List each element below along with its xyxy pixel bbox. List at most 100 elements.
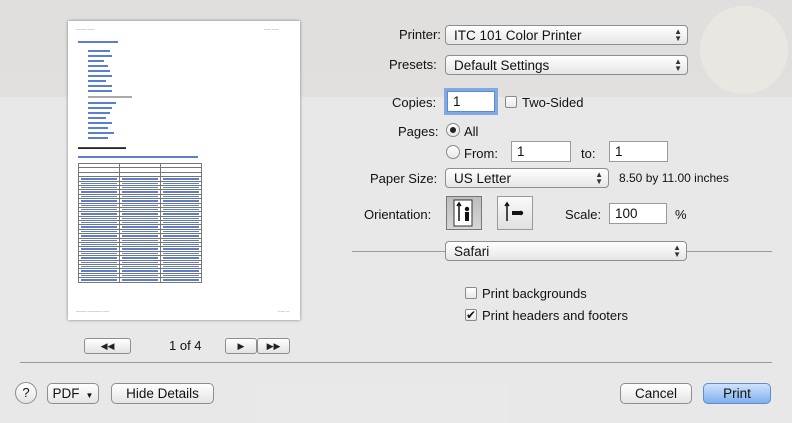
preview-cell-link bbox=[122, 261, 158, 263]
two-sided-label: Two-Sided bbox=[522, 95, 584, 110]
print-headers-footers-checkbox[interactable]: ✔ bbox=[465, 309, 477, 321]
preview-cell-link bbox=[163, 274, 199, 277]
printer-select[interactable]: ITC 101 Color Printer ▲ ▼ bbox=[445, 25, 688, 45]
preview-cell-link bbox=[122, 257, 158, 259]
pages-all-radio[interactable] bbox=[446, 123, 460, 137]
preview-cell-link bbox=[81, 257, 117, 259]
paper-size-label: Paper Size: bbox=[370, 171, 438, 186]
orientation-landscape-button[interactable] bbox=[497, 196, 533, 230]
preview-cell-link bbox=[81, 252, 117, 255]
orientation-portrait-button[interactable] bbox=[446, 196, 482, 230]
preview-cell-link bbox=[163, 257, 199, 259]
preview-cell-link bbox=[163, 279, 199, 281]
pages-to-input[interactable]: 1 bbox=[609, 141, 668, 162]
preview-cell-link bbox=[163, 186, 199, 189]
hide-details-button[interactable]: Hide Details bbox=[111, 383, 214, 404]
preview-table-cell bbox=[160, 277, 202, 283]
preview-link bbox=[88, 60, 104, 62]
scale-input[interactable]: 100 bbox=[609, 203, 667, 224]
preview-cell-link bbox=[122, 204, 158, 206]
preview-cell-link bbox=[122, 200, 158, 202]
preview-cell-link bbox=[163, 235, 199, 237]
copies-label: Copies: bbox=[392, 95, 437, 110]
orientation-label: Orientation: bbox=[364, 207, 432, 222]
preview-cell-link bbox=[122, 182, 158, 184]
pages-from-label: From: bbox=[464, 146, 498, 161]
preview-cell-link bbox=[122, 248, 158, 250]
preview-cell-link bbox=[81, 239, 117, 242]
help-button[interactable]: ? bbox=[15, 382, 37, 404]
preview-cell-link bbox=[163, 191, 199, 193]
copies-input[interactable]: 1 bbox=[447, 91, 495, 112]
bottom-separator bbox=[20, 362, 772, 363]
preview-cell-link bbox=[163, 178, 199, 180]
preview-link bbox=[88, 117, 106, 119]
preview-cell-link bbox=[163, 248, 199, 250]
print-headers-footers-label: Print headers and footers bbox=[482, 308, 628, 323]
cancel-button[interactable]: Cancel bbox=[620, 383, 692, 404]
preview-cell-link bbox=[122, 270, 158, 272]
pages-from-input[interactable]: 1 bbox=[511, 141, 571, 162]
print-backgrounds-checkbox[interactable] bbox=[465, 287, 477, 299]
preview-cell-link bbox=[163, 204, 199, 206]
pdf-menu-button[interactable]: PDF ▼ bbox=[47, 383, 99, 404]
landscape-icon bbox=[504, 201, 524, 221]
preview-cell-link bbox=[163, 252, 199, 255]
preview-cell-link bbox=[81, 270, 117, 272]
print-dialog: ——— —— —— —— ▬▬▬▬▬▬▬▬ ——— ———— —— —— — ◀… bbox=[0, 0, 792, 423]
preview-link bbox=[88, 75, 112, 77]
two-sided-checkbox[interactable] bbox=[505, 96, 517, 108]
pages-from-radio[interactable] bbox=[446, 145, 460, 159]
preview-cell-link bbox=[81, 191, 117, 193]
preview-cell-link bbox=[122, 191, 158, 193]
print-backgrounds-label: Print backgrounds bbox=[482, 286, 587, 301]
last-page-button[interactable]: ▶▶ bbox=[257, 338, 290, 354]
preview-cell-link bbox=[81, 279, 117, 281]
next-page-button[interactable]: ▶ bbox=[225, 338, 257, 354]
preview-cell-link bbox=[122, 230, 158, 233]
preview-link bbox=[88, 127, 108, 129]
preview-cell-link bbox=[163, 270, 199, 272]
first-page-button[interactable]: ◀◀ bbox=[84, 338, 131, 354]
presets-select[interactable]: Default Settings ▲ ▼ bbox=[445, 55, 688, 75]
preview-cell-link bbox=[122, 186, 158, 189]
preview-cell-link bbox=[81, 248, 117, 250]
paper-size-select[interactable]: US Letter ▲ ▼ bbox=[445, 168, 609, 188]
preview-cell-link bbox=[122, 265, 158, 268]
presets-label: Presets: bbox=[389, 57, 437, 72]
updown-arrows-icon: ▲ ▼ bbox=[674, 27, 682, 43]
preview-cell-link bbox=[81, 195, 117, 198]
pdf-label: PDF bbox=[52, 386, 80, 401]
preview-cell-link bbox=[122, 279, 158, 281]
preview-link bbox=[88, 102, 116, 104]
preview-link bbox=[88, 137, 108, 139]
preview-cell-link bbox=[81, 182, 117, 184]
preview-cell-link bbox=[163, 208, 199, 211]
preview-cell-link bbox=[81, 217, 117, 220]
preview-cell-link bbox=[122, 195, 158, 198]
preview-cell-link bbox=[81, 186, 117, 189]
preview-link bbox=[88, 122, 112, 124]
preview-cell-link bbox=[122, 213, 158, 215]
preview-link bbox=[88, 132, 114, 134]
page-indicator: 1 of 4 bbox=[169, 338, 202, 353]
preview-cell-link bbox=[81, 226, 117, 228]
preview-cell-link bbox=[163, 265, 199, 268]
preview-link bbox=[88, 107, 112, 109]
section-select[interactable]: Safari ▲ ▼ bbox=[445, 241, 687, 261]
preview-cell-link bbox=[163, 244, 199, 246]
preview-cell-link bbox=[163, 230, 199, 233]
preview-cell-link bbox=[81, 204, 117, 206]
preview-note bbox=[88, 96, 132, 98]
preview-cell-link bbox=[163, 213, 199, 215]
paper-dimensions: 8.50 by 11.00 inches bbox=[619, 171, 729, 185]
preview-cell-link bbox=[122, 239, 158, 242]
section-divider-left bbox=[352, 251, 445, 252]
print-button[interactable]: Print bbox=[703, 383, 771, 404]
preview-header-right: —— —— bbox=[264, 27, 279, 31]
paper-size-value: US Letter bbox=[454, 171, 512, 186]
pages-all-label: All bbox=[464, 124, 479, 139]
preview-cell-link bbox=[122, 222, 158, 224]
pages-to-label: to: bbox=[581, 146, 596, 161]
preview-cell-link bbox=[81, 261, 117, 263]
